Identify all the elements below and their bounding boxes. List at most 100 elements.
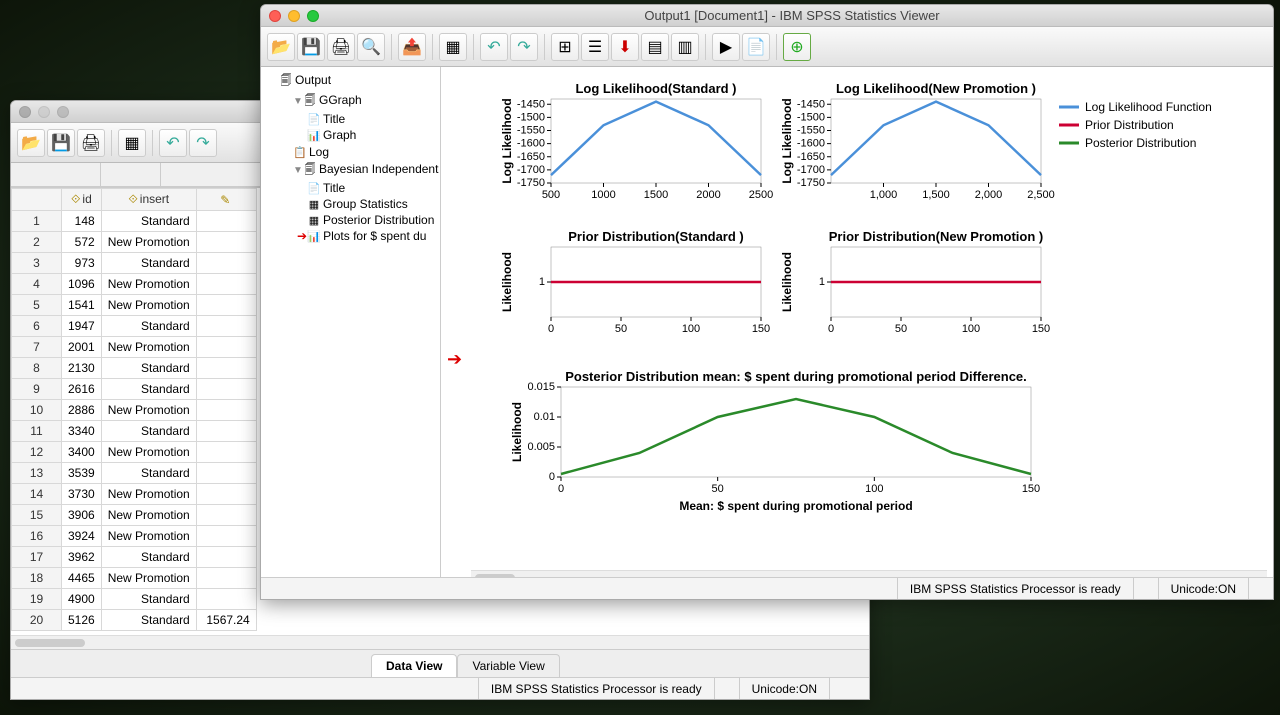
redo-button[interactable]: ↷ (510, 33, 538, 61)
table-row[interactable]: 3973Standard (12, 253, 257, 274)
tab-variable-view[interactable]: Variable View (457, 654, 559, 677)
svg-text:Log Likelihood: Log Likelihood (780, 98, 794, 183)
svg-text:Likelihood: Likelihood (510, 402, 524, 462)
table-row[interactable]: 153906New Promotion (12, 505, 257, 526)
table-row[interactable]: 113340Standard (12, 421, 257, 442)
svg-text:1,000: 1,000 (870, 189, 898, 201)
minimize-icon[interactable] (288, 10, 300, 22)
add-button[interactable]: ⊕ (783, 33, 811, 61)
open-button[interactable]: 📂 (267, 33, 295, 61)
svg-text:Likelihood: Likelihood (780, 252, 794, 312)
svg-text:Log Likelihood(New Promotion ): Log Likelihood(New Promotion ) (836, 81, 1036, 96)
dialog-recall-button[interactable]: ▦ (118, 129, 146, 157)
outline-b-group[interactable]: Group Statistics (323, 197, 408, 211)
outline-b-title[interactable]: Title (323, 181, 345, 195)
table-row[interactable]: 102886New Promotion (12, 400, 257, 421)
undo-button[interactable]: ↶ (159, 129, 187, 157)
run-button[interactable]: ▶ (712, 33, 740, 61)
vars-button[interactable]: ▤ (641, 33, 669, 61)
undo-button[interactable]: ↶ (480, 33, 508, 61)
svg-text:-1700: -1700 (797, 164, 825, 176)
output-canvas[interactable]: ➔ Log Likelihood(Standard ) Log Likelihoo… (441, 67, 1273, 577)
outline-ggraph[interactable]: GGraph (319, 93, 362, 107)
outline-gg-graph[interactable]: Graph (323, 128, 356, 142)
table-row[interactable]: 163924New Promotion (12, 526, 257, 547)
table-row[interactable]: 41096New Promotion (12, 274, 257, 295)
export-button[interactable]: 📤 (398, 33, 426, 61)
svg-text:-1650: -1650 (797, 151, 825, 163)
svg-text:Mean: $ spent during promotion: Mean: $ spent during promotional period (679, 499, 912, 513)
current-item-arrow-icon: ➔ (447, 349, 462, 370)
svg-text:-1600: -1600 (797, 138, 825, 150)
print-button[interactable]: 🖨 (327, 33, 355, 61)
svg-text:Prior Distribution: Prior Distribution (1085, 118, 1174, 132)
save-button[interactable]: 💾 (297, 33, 325, 61)
outline-root[interactable]: Output (295, 73, 331, 87)
goto-case-button[interactable]: ☰ (581, 33, 609, 61)
table-row[interactable]: 2572New Promotion (12, 232, 257, 253)
svg-text:1: 1 (819, 276, 825, 288)
svg-text:100: 100 (682, 323, 700, 335)
svg-text:2,000: 2,000 (975, 189, 1003, 201)
svg-text:-1450: -1450 (797, 98, 825, 110)
editor-hscroll[interactable] (11, 635, 869, 649)
svg-text:500: 500 (542, 189, 560, 201)
svg-text:2,500: 2,500 (1027, 189, 1055, 201)
redo-button[interactable]: ↷ (189, 129, 217, 157)
table-row[interactable]: 205126Standard1567.24 (12, 610, 257, 631)
table-row[interactable]: 173962Standard (12, 547, 257, 568)
table-row[interactable]: 82130Standard (12, 358, 257, 379)
print-button[interactable]: 🖨 (77, 129, 105, 157)
table-row[interactable]: 61947Standard (12, 316, 257, 337)
table-row[interactable]: 1148Standard (12, 211, 257, 232)
svg-text:150: 150 (1022, 483, 1040, 495)
outline-b-plots[interactable]: Plots for $ spent du (323, 229, 426, 243)
dialog-recall-button[interactable]: ▦ (439, 33, 467, 61)
tab-data-view[interactable]: Data View (371, 654, 457, 677)
goto-data-button[interactable]: ⊞ (551, 33, 579, 61)
table-row[interactable]: 72001New Promotion (12, 337, 257, 358)
print-preview-button[interactable]: 🔍 (357, 33, 385, 61)
close-icon[interactable] (19, 106, 31, 118)
svg-text:1500: 1500 (644, 189, 668, 201)
save-button[interactable]: 💾 (47, 129, 75, 157)
select-last-button[interactable]: ▥ (671, 33, 699, 61)
viewer-titlebar: Output1 [Document1] - IBM SPSS Statistic… (261, 5, 1273, 27)
designate-button[interactable]: 📄 (742, 33, 770, 61)
outline-log[interactable]: Log (309, 145, 329, 159)
svg-text:Prior Distribution(New Promoti: Prior Distribution(New Promotion ) (829, 229, 1044, 244)
table-row[interactable]: 194900Standard (12, 589, 257, 610)
svg-text:1000: 1000 (591, 189, 615, 201)
outline-bayesian[interactable]: Bayesian Independent (319, 162, 438, 176)
viewer-hscroll[interactable] (471, 570, 1267, 577)
svg-text:-1750: -1750 (797, 177, 825, 189)
col-header-insert[interactable]: ⟐insert (101, 189, 196, 211)
close-icon[interactable] (269, 10, 281, 22)
editor-status-unicode: Unicode:ON (739, 678, 829, 699)
maximize-icon[interactable] (307, 10, 319, 22)
svg-text:-1650: -1650 (517, 151, 545, 163)
viewer-title: Output1 [Document1] - IBM SPSS Statistic… (319, 8, 1265, 23)
outline-gg-title[interactable]: Title (323, 112, 345, 126)
goto-var-button[interactable]: ⬇ (611, 33, 639, 61)
table-row[interactable]: 143730New Promotion (12, 484, 257, 505)
svg-text:100: 100 (865, 483, 883, 495)
minimize-icon[interactable] (38, 106, 50, 118)
svg-text:1: 1 (539, 276, 545, 288)
table-row[interactable]: 184465New Promotion (12, 568, 257, 589)
svg-text:-1750: -1750 (517, 177, 545, 189)
output-outline[interactable]: 🗐Output ▼🗐GGraph 📄Title 📊Graph 📋Log ▼🗐Ba… (261, 67, 441, 577)
svg-text:2500: 2500 (749, 189, 773, 201)
table-row[interactable]: 51541New Promotion (12, 295, 257, 316)
output-viewer-window: Output1 [Document1] - IBM SPSS Statistic… (260, 4, 1274, 600)
svg-text:Log Likelihood(Standard ): Log Likelihood(Standard ) (575, 81, 736, 96)
table-row[interactable]: 123400New Promotion (12, 442, 257, 463)
col-header-id[interactable]: ⟐id (62, 189, 102, 211)
table-row[interactable]: 133539Standard (12, 463, 257, 484)
open-button[interactable]: 📂 (17, 129, 45, 157)
table-row[interactable]: 92616Standard (12, 379, 257, 400)
maximize-icon[interactable] (57, 106, 69, 118)
outline-b-posterior[interactable]: Posterior Distribution (323, 213, 434, 227)
editor-view-tabs: Data View Variable View (11, 649, 869, 677)
svg-text:150: 150 (1032, 323, 1050, 335)
